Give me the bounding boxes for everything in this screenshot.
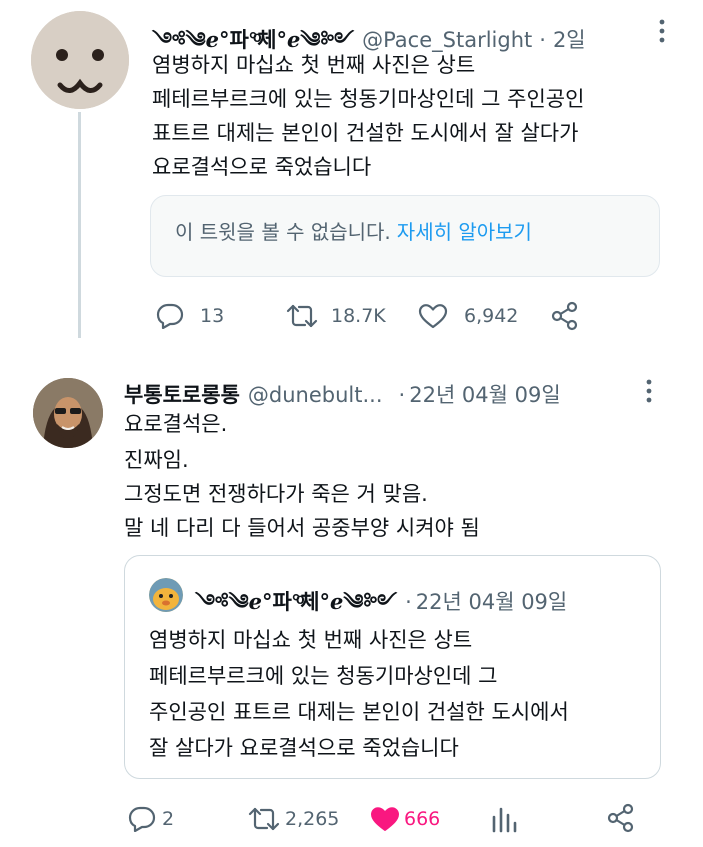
quote-avatar xyxy=(149,578,183,612)
quote-line: 잘 살다가 요로결석으로 죽었습니다 xyxy=(149,736,459,760)
retweet-icon xyxy=(248,807,280,831)
like-count: 666 xyxy=(404,808,441,830)
display-name[interactable]: 부통토로롱통 xyxy=(124,379,240,409)
share-icon xyxy=(607,803,634,833)
tweet-line: 말 네 다리 다 들어서 공중부양 시켜야 됨 xyxy=(124,516,480,540)
separator-dot: · xyxy=(398,383,406,407)
like-count: 6,942 xyxy=(464,305,519,327)
person-avatar-icon xyxy=(33,378,103,448)
analytics-icon xyxy=(492,807,517,833)
more-icon[interactable] xyxy=(652,18,672,49)
tweet-body: 요로결석은. 진짜임. 그정도면 전쟁하다가 죽은 거 맞음. 말 네 다리 다… xyxy=(124,407,480,545)
tweet-line: 진짜임. xyxy=(124,448,189,472)
tweet-line: 그정도면 전쟁하다가 죽은 거 맞음. xyxy=(124,482,428,506)
unavailable-tweet-card: 이 트윗을 볼 수 없습니다. 자세히 알아보기 xyxy=(150,195,660,277)
retweet-button[interactable]: 2,265 xyxy=(247,806,339,832)
quote-timestamp: 22년 04월 09일 xyxy=(415,590,568,614)
tweet-header: 부통토로롱통 @dunebult... · 22년 04월 09일 xyxy=(124,379,561,409)
quote-line: 주인공인 표트르 대제는 본인이 건설한 도시에서 xyxy=(149,700,569,724)
thread-line xyxy=(78,112,81,338)
reply-icon xyxy=(156,303,184,329)
reply-icon xyxy=(128,806,156,832)
heart-icon xyxy=(418,304,448,329)
reply-count: 2 xyxy=(162,808,175,830)
heart-icon xyxy=(371,807,399,831)
retweet-icon xyxy=(286,304,318,328)
cartoon-avatar-icon xyxy=(149,578,183,612)
retweet-count: 18.7K xyxy=(331,305,386,327)
tweet-line: 표트르 대제는 본인이 건설한 도시에서 잘 살다가 xyxy=(152,121,579,145)
quoted-tweet[interactable]: ༺༄ℯ°파°ͦ체°ℯ༄༻ · 22년 04월 09일 염병하지 마십쇼 첫 번째… xyxy=(124,555,661,779)
unavailable-notice: 이 트윗을 볼 수 없습니다. 자세히 알아보기 xyxy=(175,216,532,245)
tweet-line: 요로결석으로 죽었습니다 xyxy=(152,155,372,179)
like-button[interactable]: 6,942 xyxy=(418,303,518,329)
tweet-body: 염병하지 마십쇼 첫 번째 사진은 상트 페테르부르크에 있는 청동기마상인데 … xyxy=(152,48,584,184)
unavailable-text: 이 트윗을 볼 수 없습니다. xyxy=(175,220,391,244)
separator-dot: · xyxy=(405,590,412,614)
like-button[interactable]: 666 xyxy=(370,806,440,832)
share-button[interactable] xyxy=(606,803,636,833)
more-icon[interactable] xyxy=(639,378,659,409)
tweet-line: 요로결석은. xyxy=(124,412,228,436)
analytics-button[interactable] xyxy=(490,805,518,833)
share-icon xyxy=(551,301,578,331)
retweet-count: 2,265 xyxy=(285,808,340,830)
dog-face-avatar-icon xyxy=(31,11,129,109)
avatar[interactable] xyxy=(33,378,103,448)
retweet-button[interactable]: 18.7K xyxy=(285,303,386,329)
share-button[interactable] xyxy=(550,301,580,331)
quote-line: 페테르부르크에 있는 청동기마상인데 그 xyxy=(149,664,498,688)
tweet-line: 염병하지 마십쇼 첫 번째 사진은 상트 xyxy=(152,53,476,77)
quote-body: 염병하지 마십쇼 첫 번째 사진은 상트 페테르부르크에 있는 청동기마상인데 … xyxy=(149,622,569,766)
user-handle[interactable]: @dunebult... xyxy=(248,383,383,407)
avatar[interactable] xyxy=(31,11,129,109)
reply-count: 13 xyxy=(200,305,225,327)
reply-button[interactable]: 2 xyxy=(128,806,174,832)
tweet-line: 페테르부르크에 있는 청동기마상인데 그 주인공인 xyxy=(152,87,585,111)
reply-button[interactable]: 13 xyxy=(156,303,224,329)
quote-line: 염병하지 마십쇼 첫 번째 사진은 상트 xyxy=(149,628,473,652)
timestamp[interactable]: 22년 04월 09일 xyxy=(409,379,560,409)
learn-more-link[interactable]: 자세히 알아보기 xyxy=(397,220,532,244)
